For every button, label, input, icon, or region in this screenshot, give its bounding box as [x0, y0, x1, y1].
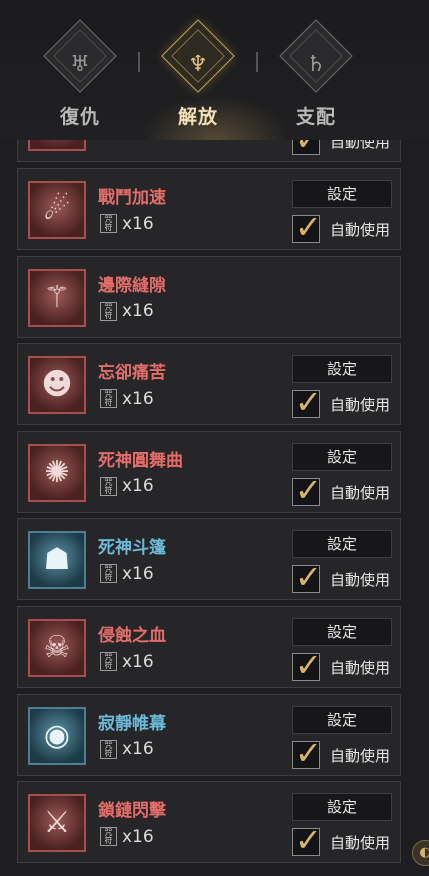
checkmark-icon: ✓ [295, 383, 322, 422]
auto-use-checkbox[interactable]: ✓ [292, 646, 322, 684]
skill-count-value: x16 [122, 651, 154, 672]
skill-tab-header: ♅ 復仇 ♆ 解放 ♄ 支配 [0, 0, 429, 140]
tab-revenge[interactable]: ♅ 復仇 [38, 19, 122, 128]
settings-button[interactable]: 設定 [292, 355, 392, 384]
talisman-badge-icon: 咒符 [100, 739, 117, 759]
tab-dominion-label: 支配 [295, 106, 336, 128]
silent-veil-icon: ◉ [28, 706, 86, 765]
talisman-badge-icon: 咒符 [100, 476, 117, 496]
skill-row[interactable]: ⚚ 邊際縫隙咒符 x16 [17, 255, 401, 338]
skill-row[interactable]: ☠ 侵蝕之血咒符 x16 設定 ✓ 自動使用 [17, 606, 401, 688]
auto-use-checkbox[interactable]: ✓ [292, 140, 322, 158]
auto-use-label: 自動使用 [330, 659, 391, 677]
skill-name: 邊際縫隙 [98, 275, 166, 296]
settings-button[interactable]: 設定 [292, 442, 392, 471]
settings-button[interactable]: 設定 [292, 180, 392, 208]
skill-row[interactable]: ☗ 死神斗篷咒符 x16 設定 ✓ 自動使用 [17, 518, 401, 601]
skill-name: 戰鬥加速 [98, 188, 166, 208]
skill-list[interactable]: ✓ 自動使用 ☄戰鬥加速咒符x16設定✓自動使用⚚邊際縫隙咒符x16☻忘卻痛苦咒… [0, 140, 429, 876]
talisman-badge-icon: 咒符 [100, 564, 117, 584]
checkmark-icon: ✓ [295, 470, 322, 509]
talisman-badge-icon: 咒符 [100, 827, 117, 847]
tab-divider [256, 52, 258, 72]
auto-use-checkbox[interactable]: ✓ [292, 208, 322, 246]
tab-dominion[interactable]: ♄ 支配 [274, 19, 358, 128]
skill-name: 忘卻痛苦 [98, 363, 166, 384]
death-cloak-icon: ☗ [28, 531, 86, 590]
settings-button[interactable]: 設定 [292, 705, 392, 734]
auto-use-label: 自動使用 [330, 396, 391, 415]
skill-row[interactable]: ⚔ 鎖鏈閃擊咒符 x16 設定 ✓ 自動使用 [17, 781, 401, 864]
corrosive-blood-icon: ☠ [28, 619, 86, 677]
skill-row[interactable]: ☻ 忘卻痛苦咒符 x16 設定 ✓ 自動使用 [17, 343, 401, 426]
skill-count-value: x16 [122, 388, 154, 409]
tab-dominion-glyph: ♄ [306, 52, 326, 77]
tab-revenge-label: 復仇 [59, 106, 100, 128]
checkmark-icon: ✓ [295, 140, 322, 159]
skill-name: 寂靜帷幕 [98, 713, 166, 734]
tab-liberation-glyph: ♆ [188, 52, 208, 77]
skill-count-value: x16 [122, 563, 154, 584]
checkmark-icon: ✓ [295, 733, 322, 772]
checkmark-icon: ✓ [295, 646, 322, 684]
skill-name: 侵蝕之血 [98, 626, 166, 646]
skill-count-value: x16 [122, 826, 154, 847]
tab-divider [138, 52, 140, 72]
chain-strike-icon: ⚔ [28, 794, 86, 853]
auto-use-checkbox[interactable]: ✓ [292, 558, 322, 596]
forget-pain-icon: ☻ [28, 356, 86, 415]
auto-use-checkbox[interactable]: ✓ [292, 383, 322, 421]
auto-use-label: 自動使用 [330, 221, 391, 239]
auto-use-checkbox[interactable]: ✓ [292, 471, 322, 509]
tab-revenge-glyph: ♅ [70, 52, 90, 77]
skill-icon [28, 140, 86, 151]
skill-count-value: x16 [122, 739, 154, 760]
checkmark-icon: ✓ [295, 558, 322, 597]
checkmark-icon: ✓ [295, 821, 322, 860]
talisman-badge-icon: 咒符 [100, 652, 117, 671]
auto-use-checkbox[interactable]: ✓ [292, 734, 322, 772]
skill-row[interactable]: ✺ 死神圓舞曲咒符 x16 設定 ✓ 自動使用 [17, 430, 401, 513]
battle-haste-icon: ☄ [28, 181, 86, 239]
auto-use-label: 自動使用 [330, 483, 391, 502]
skill-name: 死神圓舞曲 [98, 450, 183, 471]
skill-count: 咒符 x16 [100, 739, 154, 763]
skill-count-value: x16 [122, 476, 154, 497]
auto-use-checkbox[interactable]: ✓ [292, 821, 322, 859]
skill-count: 咒符 x16 [100, 388, 154, 412]
skill-row-partial[interactable]: ✓ 自動使用 [17, 140, 401, 162]
skill-name: 鎖鏈閃擊 [98, 801, 166, 822]
checkmark-icon: ✓ [295, 208, 322, 246]
skill-count: 咒符 x16 [100, 301, 154, 325]
auto-use-label: 自動使用 [330, 140, 391, 151]
tab-liberation-label: 解放 [177, 106, 218, 128]
skill-count: 咒符 x16 [100, 651, 154, 675]
skill-row[interactable]: ☄ 戰鬥加速咒符 x16 設定 ✓ 自動使用 [17, 168, 401, 250]
skill-count: 咒符 x16 [100, 826, 154, 850]
auto-use-label: 自動使用 [330, 571, 391, 590]
skill-row[interactable]: ◉ 寂靜帷幕咒符 x16 設定 ✓ 自動使用 [17, 693, 401, 776]
settings-button[interactable]: 設定 [292, 618, 392, 646]
skill-count: 咒符 x16 [100, 476, 154, 500]
skill-count-value: x16 [122, 213, 154, 234]
settings-button[interactable]: 設定 [292, 793, 392, 822]
auto-use-label: 自動使用 [330, 746, 391, 765]
talisman-badge-icon: 咒符 [100, 301, 117, 321]
talisman-badge-icon: 咒符 [100, 389, 117, 409]
settings-button[interactable]: 設定 [292, 530, 392, 559]
skill-name: 死神斗篷 [98, 538, 166, 559]
talisman-badge-icon: 咒符 [100, 214, 117, 233]
skill-count-value: x16 [122, 301, 154, 322]
skill-count: 咒符 x16 [100, 563, 154, 587]
auto-use-label: 自動使用 [330, 834, 391, 853]
edge-rift-icon: ⚚ [28, 268, 86, 327]
skill-count: 咒符 x16 [100, 213, 154, 237]
death-waltz-icon: ✺ [28, 443, 86, 502]
tab-liberation[interactable]: ♆ 解放 [156, 19, 240, 128]
